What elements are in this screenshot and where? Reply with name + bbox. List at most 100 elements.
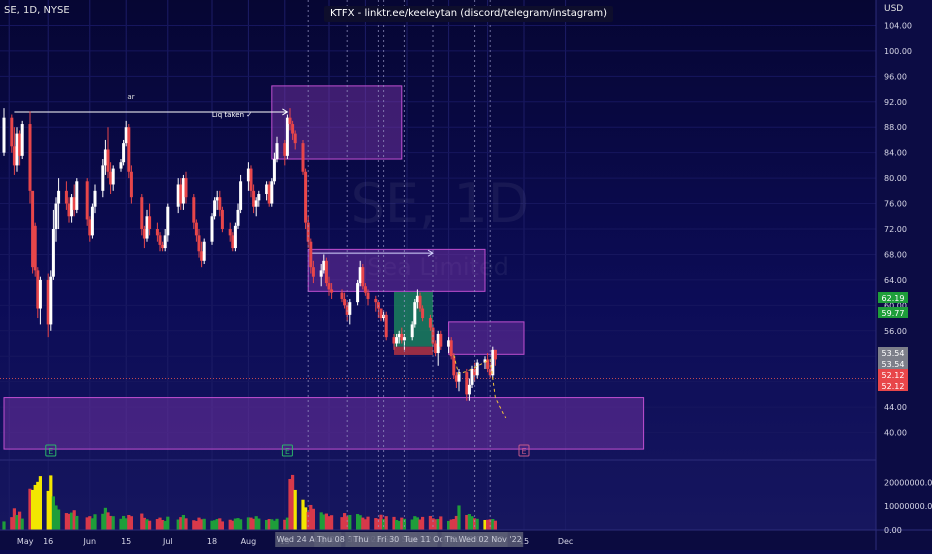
candle-body — [155, 229, 159, 236]
price-axis-tick: 104.00 — [884, 21, 912, 30]
candle-body — [327, 283, 331, 290]
candle-body — [38, 279, 42, 309]
candle-body — [413, 302, 417, 325]
volume-bar — [93, 514, 97, 530]
candle-body — [106, 149, 110, 172]
volume-bar — [202, 518, 206, 530]
candle-body — [319, 270, 323, 277]
currency-label: USD — [884, 4, 904, 14]
candle-body — [384, 314, 388, 338]
volume-bar — [38, 476, 42, 530]
candle-body — [176, 184, 180, 207]
candle-body — [194, 222, 198, 236]
candlestick — [122, 139, 126, 166]
price-axis-tick: 64.00 — [884, 276, 907, 285]
price-axis-tick: 68.00 — [884, 250, 907, 259]
price-label-text: 62.19 — [882, 294, 905, 303]
crosshair-date-label: Wed 02 Nov '22 — [457, 532, 524, 547]
candle-body — [57, 190, 61, 204]
price-axis-tick: 96.00 — [884, 72, 907, 81]
candle-body — [257, 194, 261, 201]
price-axis-tick: 76.00 — [884, 200, 907, 209]
candle-body — [202, 241, 206, 261]
volume-bar — [111, 516, 115, 530]
candle-body — [20, 124, 24, 156]
candle-body — [111, 168, 115, 185]
candlestick — [15, 127, 19, 172]
candle-body — [2, 117, 6, 153]
price-label-text: 52.12 — [882, 382, 905, 391]
price-axis-tick: 44.00 — [884, 403, 907, 412]
candle-body — [488, 368, 492, 376]
candle-body — [161, 244, 165, 249]
candle-body — [197, 235, 201, 252]
candle-body — [124, 127, 128, 144]
candle-body — [293, 133, 297, 144]
watermark-ticker: SE, 1D — [351, 172, 530, 235]
date-axis-tick: May — [17, 537, 34, 546]
candle-body — [475, 362, 479, 376]
author-banner: KTFX - linktr.ee/keeleytan (discord/tele… — [324, 6, 614, 22]
volume-bar — [275, 518, 279, 530]
price-axis-tick: 88.00 — [884, 123, 907, 132]
candle-body — [288, 117, 292, 125]
volume-axis-tick: 20000000.00 — [884, 478, 932, 487]
candle-body — [452, 356, 456, 376]
candlestick — [127, 124, 131, 179]
candle-body — [473, 368, 477, 376]
candlestick — [384, 311, 388, 341]
candle-body — [179, 184, 183, 204]
candle-body — [70, 197, 74, 217]
volume-bar — [148, 520, 152, 530]
candlestick — [285, 114, 289, 160]
earnings-marker-label: E — [521, 447, 526, 456]
candle-body — [231, 235, 235, 249]
price-axis-tick: 72.00 — [884, 225, 907, 234]
candlestick — [270, 178, 274, 207]
crosshair-date-text: Wed 02 Nov '22 — [459, 535, 522, 544]
candlestick — [361, 263, 365, 290]
candle-body — [233, 225, 237, 249]
candle-body — [75, 181, 79, 210]
date-axis-tick: Jul — [162, 537, 173, 546]
candlestick — [31, 190, 35, 274]
volume-bar — [184, 518, 188, 530]
candlestick — [90, 203, 94, 239]
supply-demand-zone — [3, 397, 645, 450]
candle-body — [254, 200, 258, 207]
chart[interactable]: SE, 1D Sea Limited EEE 104.00 100.00 96.00 9… — [0, 0, 932, 550]
price-label-text: 52.12 — [882, 371, 905, 380]
candle-body — [158, 235, 162, 245]
candle-body — [493, 349, 497, 360]
candle-body — [447, 340, 451, 347]
candle-body — [36, 270, 40, 309]
price-axis-label: 59.77 — [878, 307, 908, 318]
candle-body — [291, 124, 295, 134]
candle-body — [142, 229, 146, 239]
candle-body — [12, 146, 16, 166]
long-position-stop-box — [394, 346, 433, 355]
candle-body — [119, 162, 123, 169]
candle-body — [88, 219, 92, 236]
candle-body — [249, 168, 253, 191]
volume-bar — [366, 516, 370, 530]
candle-body — [218, 197, 222, 210]
candle-body — [275, 143, 279, 160]
candlestick — [33, 222, 37, 277]
small-annotation-label: ar — [127, 93, 134, 101]
volume-bar — [239, 519, 243, 530]
candle-body — [10, 117, 14, 147]
candle-body — [163, 235, 167, 249]
candle-body — [140, 197, 144, 229]
candlestick — [304, 168, 308, 229]
chart-canvas[interactable]: SE, 1DSea Limited EEE 104.00100.0096.009… — [0, 0, 932, 550]
candle-body — [397, 333, 401, 338]
candle-body — [402, 337, 406, 341]
volume-axis-tick: 10000000.00 — [884, 502, 932, 511]
candle-body — [309, 241, 313, 268]
price-axis-label: 53.54 — [878, 347, 908, 358]
date-axis-tick: 15 — [121, 537, 131, 546]
candle-body — [54, 203, 58, 229]
candlestick — [449, 337, 453, 360]
candle-body — [215, 197, 219, 201]
